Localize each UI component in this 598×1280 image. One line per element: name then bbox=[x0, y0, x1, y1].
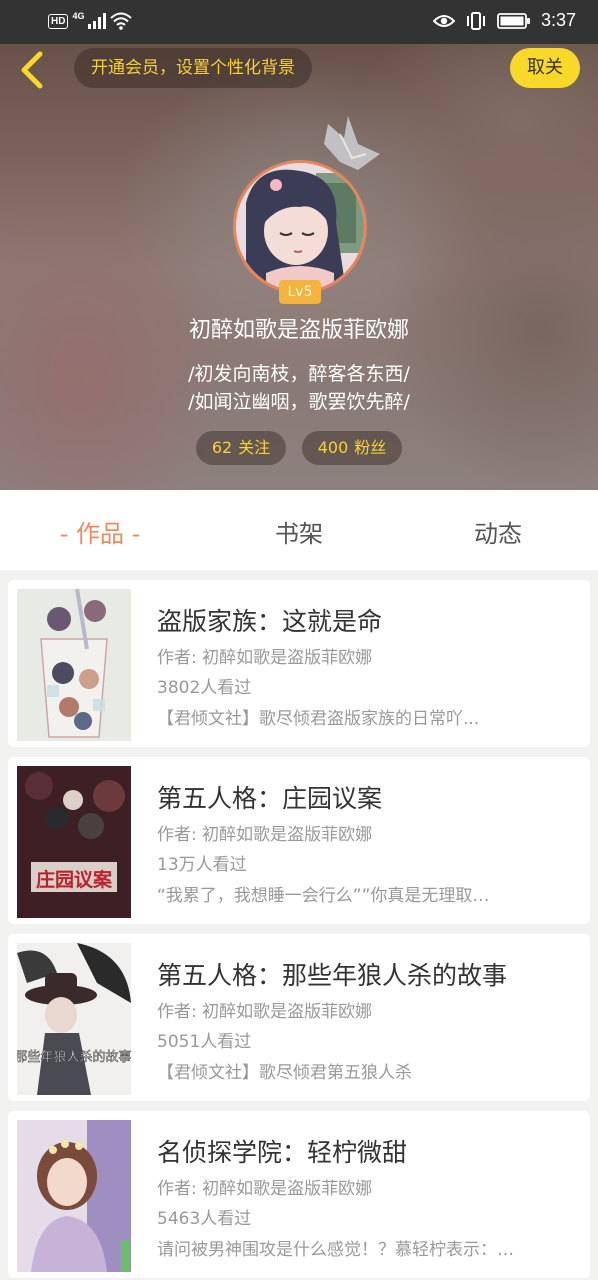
bio-line: /初发向南枝，醉客各东西/ bbox=[188, 363, 410, 385]
fans-stat[interactable]: 400 粉丝 bbox=[302, 431, 402, 465]
work-author: 作者: 初醉如歌是盗版菲欧娜 bbox=[157, 648, 373, 668]
battery-icon bbox=[497, 12, 530, 29]
work-views: 13万人看过 bbox=[157, 855, 247, 875]
wifi-icon bbox=[110, 12, 133, 30]
cover-title-text: 庄园议案 bbox=[36, 868, 113, 891]
fans-count: 400 bbox=[317, 438, 349, 457]
work-description: 【君倾文社】歌尽倾君盗版家族的日常吖... bbox=[157, 709, 480, 729]
unfollow-button[interactable]: 取关 bbox=[510, 48, 580, 88]
work-card[interactable]: 那些年狼人杀的故事 第五人格：那些年狼人杀的故事 作者: 初醉如歌是盗版菲欧娜 … bbox=[8, 934, 590, 1101]
signal-icon bbox=[88, 13, 107, 29]
cover-illustration bbox=[17, 589, 131, 741]
cover-illustration: 那些年狼人杀的故事 bbox=[17, 943, 131, 1095]
work-cover: 那些年狼人杀的故事 bbox=[17, 943, 131, 1095]
work-title: 名侦探学院：轻柠微甜 bbox=[157, 1138, 408, 1167]
work-cover: 庄园议案 bbox=[17, 766, 131, 918]
vibrate-icon bbox=[466, 11, 485, 30]
status-left: HD 4G bbox=[48, 11, 133, 30]
cover-title-text: 那些年狼人杀的故事 bbox=[17, 1049, 131, 1065]
work-card[interactable]: 名侦探学院：轻柠微甜 作者: 初醉如歌是盗版菲欧娜 5463人看过 请问被男神围… bbox=[8, 1111, 590, 1278]
work-views: 5051人看过 bbox=[157, 1032, 252, 1052]
work-card[interactable]: 庄园议案 第五人格：庄园议案 作者: 初醉如歌是盗版菲欧娜 13万人看过 “我累… bbox=[8, 757, 590, 924]
chevron-left-icon bbox=[21, 51, 43, 89]
username: 初醉如歌是盗版菲欧娜 bbox=[188, 318, 409, 343]
status-time: 3:37 bbox=[540, 10, 576, 30]
following-label: 关注 bbox=[238, 438, 271, 457]
tab-bookshelf[interactable]: 书架 bbox=[219, 514, 379, 549]
avatar-illustration bbox=[236, 163, 364, 291]
cover-illustration bbox=[17, 1120, 131, 1272]
work-card[interactable]: 盗版家族：这就是命 作者: 初醉如歌是盗版菲欧娜 3802人看过 【君倾文社】歌… bbox=[8, 580, 590, 747]
work-description: 请问被男神围攻是什么感觉！？慕轻柠表示：… bbox=[157, 1240, 514, 1260]
avatar[interactable] bbox=[233, 160, 367, 294]
following-count: 62 bbox=[211, 438, 233, 457]
work-author: 作者: 初醉如歌是盗版菲欧娜 bbox=[157, 825, 373, 845]
bio-line: /如闻泣幽咽，歌罢饮先醉/ bbox=[188, 391, 410, 413]
status-right: 3:37 bbox=[432, 10, 576, 31]
tab-activity[interactable]: 动态 bbox=[418, 514, 578, 549]
user-bio: /初发向南枝，醉客各东西/ /如闻泣幽咽，歌罢饮先醉/ bbox=[0, 360, 598, 416]
work-cover bbox=[17, 1120, 131, 1272]
fans-label: 粉丝 bbox=[354, 438, 387, 457]
work-cover bbox=[17, 589, 131, 741]
work-views: 5463人看过 bbox=[157, 1209, 252, 1229]
following-stat[interactable]: 62 关注 bbox=[196, 431, 286, 465]
profile-tabs: - 作品 - 书架 动态 bbox=[0, 490, 598, 570]
profile-header: HD 4G 3:37 开通会员，设置个性化背景 取关 Lv5 初醉如歌是盗版菲欧… bbox=[0, 0, 598, 490]
vip-background-prompt[interactable]: 开通会员，设置个性化背景 bbox=[74, 48, 312, 88]
cover-illustration: 庄园议案 bbox=[17, 766, 131, 918]
work-views: 3802人看过 bbox=[157, 678, 252, 698]
hd-icon: HD bbox=[48, 13, 69, 29]
network-type-label: 4G bbox=[72, 11, 85, 21]
work-description: 【君倾文社】歌尽倾君第五狼人杀 bbox=[157, 1063, 412, 1083]
work-title: 第五人格：庄园议案 bbox=[157, 784, 383, 813]
tab-works[interactable]: - 作品 - bbox=[20, 514, 180, 549]
work-description: “我累了，我想睡一会行么””你真是无理取… bbox=[157, 886, 490, 906]
work-title: 第五人格：那些年狼人杀的故事 bbox=[157, 961, 508, 990]
work-author: 作者: 初醉如歌是盗版菲欧娜 bbox=[157, 1179, 373, 1199]
level-badge: Lv5 bbox=[279, 280, 321, 304]
work-author: 作者: 初醉如歌是盗版菲欧娜 bbox=[157, 1002, 373, 1022]
eye-comfort-icon bbox=[432, 14, 455, 27]
status-bar: HD 4G 3:37 bbox=[0, 0, 598, 44]
work-title: 盗版家族：这就是命 bbox=[157, 607, 383, 636]
back-button[interactable] bbox=[16, 50, 52, 90]
